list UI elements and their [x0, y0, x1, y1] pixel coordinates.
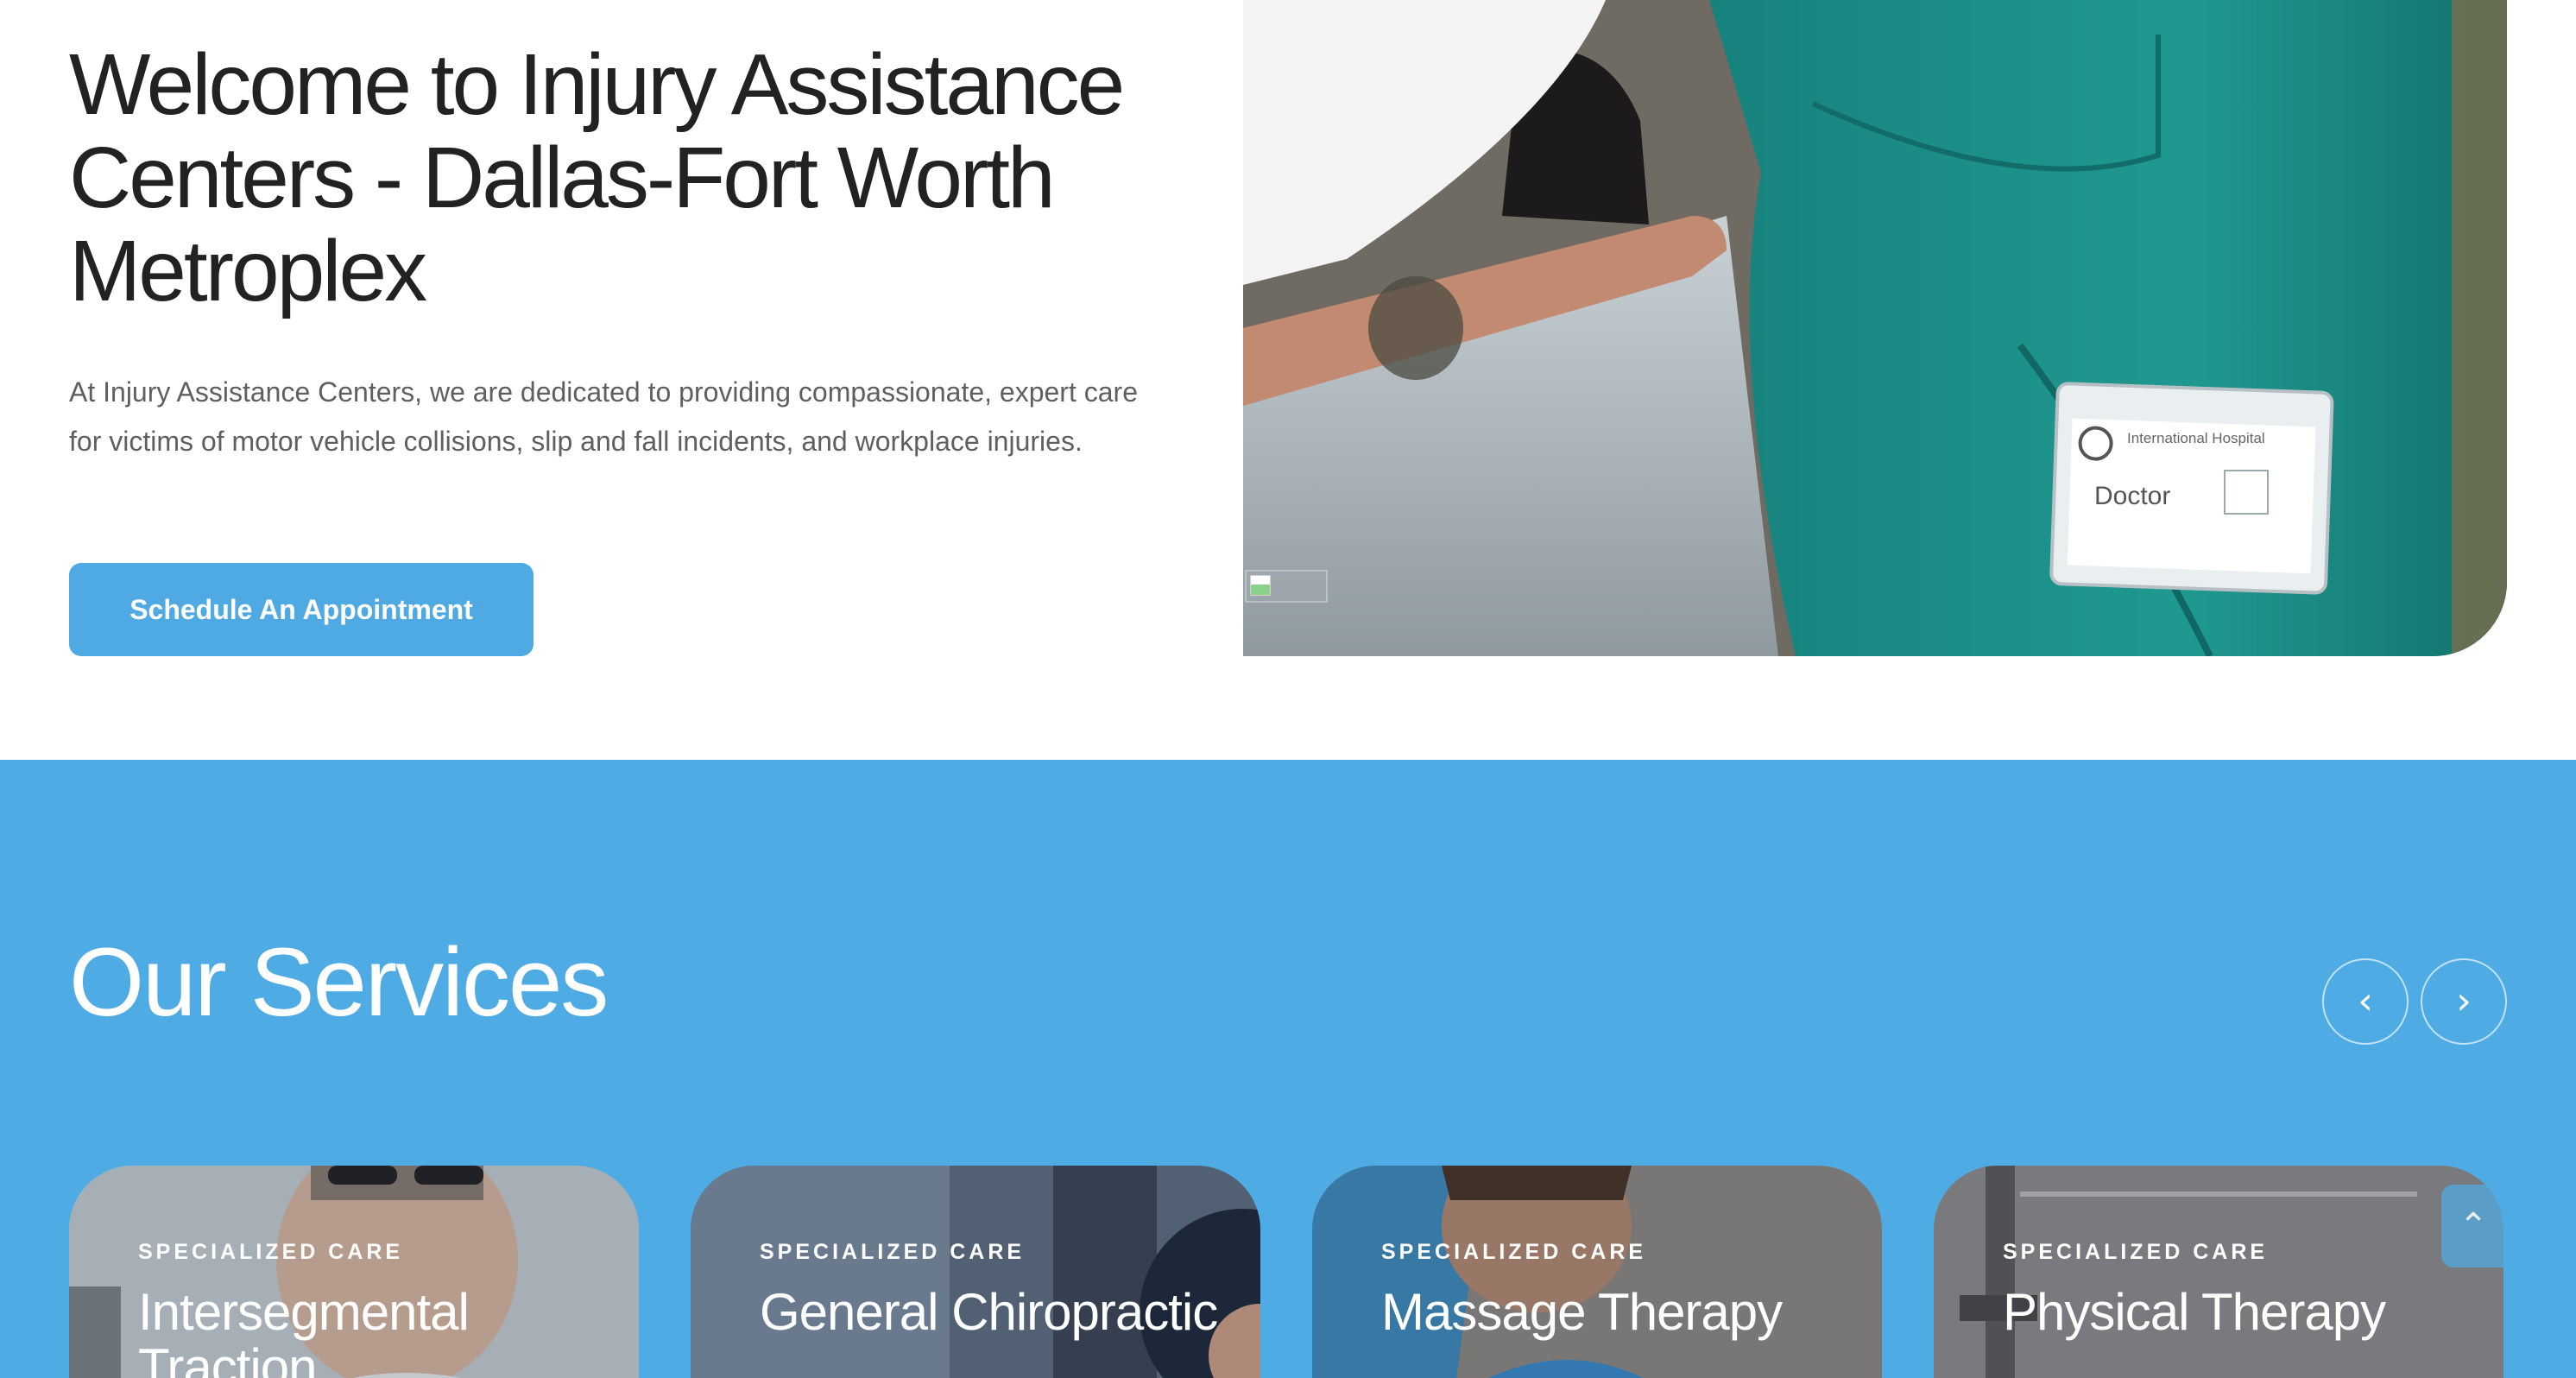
chevron-up-icon: ⌃	[2459, 1206, 2488, 1246]
service-card-physical-therapy[interactable]: SPECIALIZED CARE Physical Therapy	[1934, 1166, 2503, 1378]
card-eyebrow: SPECIALIZED CARE	[2003, 1240, 2269, 1264]
carousel-next-button[interactable]: ›	[2421, 958, 2507, 1045]
badge-role-text: Doctor	[2094, 482, 2171, 510]
hero-image: International Hospital Doctor	[1243, 0, 2507, 656]
chevron-left-icon: ‹	[2358, 979, 2373, 1023]
card-title: Intersegmental Traction	[138, 1283, 470, 1378]
card-overlay	[691, 1166, 1260, 1378]
hero-description: At Injury Assistance Centers, we are ded…	[69, 376, 1138, 457]
card-title: Physical Therapy	[2003, 1283, 2386, 1341]
card-title: General Chiropractic	[760, 1283, 1218, 1341]
card-eyebrow: SPECIALIZED CARE	[138, 1240, 404, 1264]
card-eyebrow: SPECIALIZED CARE	[1381, 1240, 1647, 1264]
hero-section: Welcome to Injury Assistance Centers - D…	[0, 0, 2576, 760]
broken-image-icon	[1245, 570, 1328, 603]
services-section: Our Services ‹ › SPECIALIZED CARE Inters…	[0, 760, 2576, 1378]
badge-org-text: International Hospital	[2127, 430, 2265, 446]
card-overlay	[1934, 1166, 2503, 1378]
schedule-appointment-button[interactable]: Schedule An Appointment	[69, 563, 534, 656]
service-card-intersegmental-traction[interactable]: SPECIALIZED CARE Intersegmental Traction	[69, 1166, 639, 1378]
hero-title: Welcome to Injury Assistance Centers - D…	[69, 36, 1125, 319]
stethoscope-icon	[2224, 470, 2269, 515]
card-eyebrow: SPECIALIZED CARE	[760, 1240, 1026, 1264]
carousel-prev-button[interactable]: ‹	[2322, 958, 2409, 1045]
scroll-to-top-button[interactable]: ⌃	[2441, 1185, 2505, 1267]
service-card-general-chiropractic[interactable]: SPECIALIZED CARE General Chiropractic	[691, 1166, 1260, 1378]
service-card-massage-therapy[interactable]: SPECIALIZED CARE Massage Therapy	[1312, 1166, 1882, 1378]
card-overlay	[1312, 1166, 1882, 1378]
chevron-right-icon: ›	[2456, 979, 2472, 1023]
card-title: Massage Therapy	[1381, 1283, 1783, 1341]
services-title: Our Services	[69, 928, 609, 1036]
